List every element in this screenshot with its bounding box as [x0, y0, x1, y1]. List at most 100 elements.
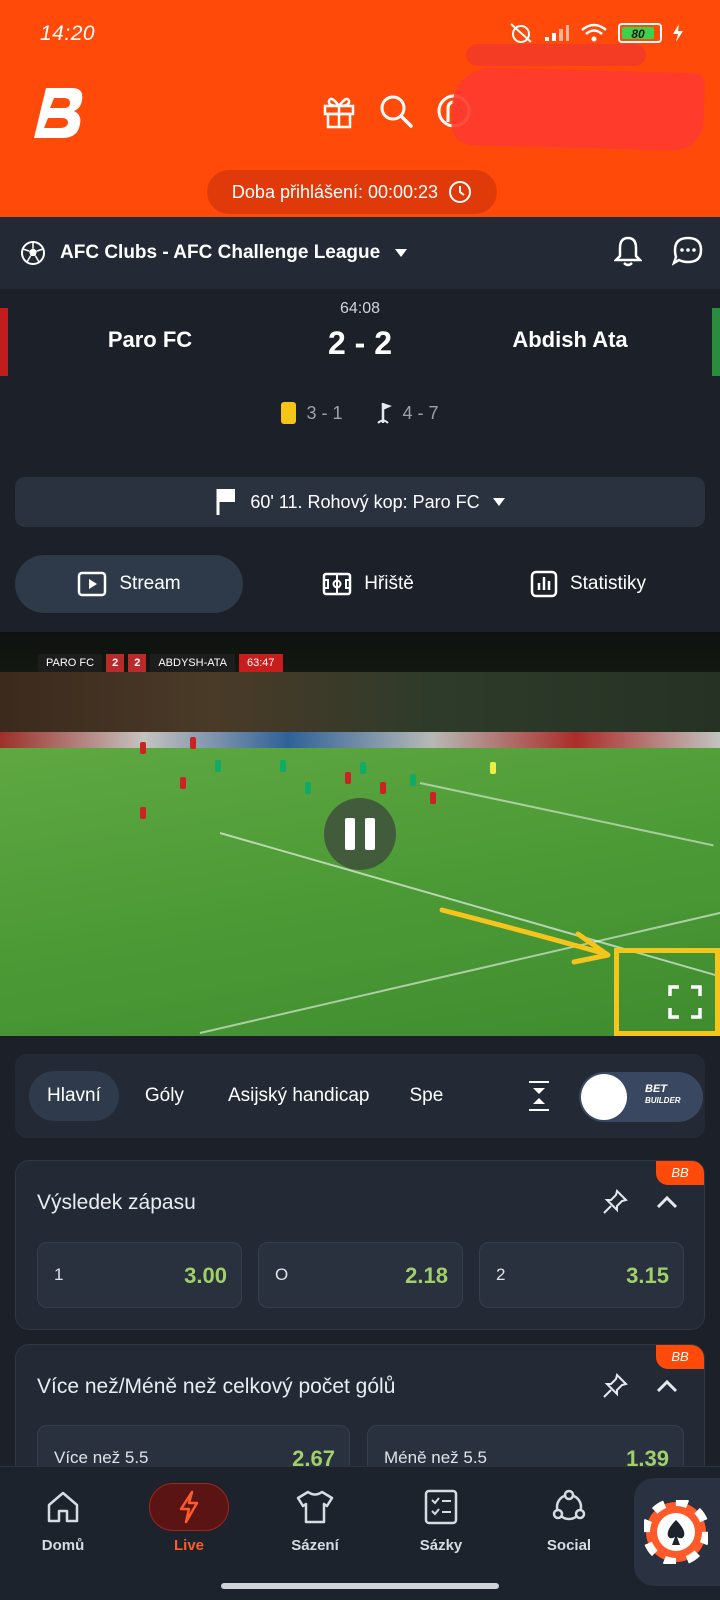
annotation-arrow-icon	[439, 907, 611, 965]
login-timer: Doba přihlášení: 00:00:23	[207, 170, 497, 214]
bottom-nav: Domů Live Sázení Sázky Social	[0, 1466, 720, 1600]
scorebug-time: 63:47	[239, 654, 283, 672]
corners-stat: 4 - 7	[376, 401, 439, 425]
corner-flag-icon	[376, 403, 392, 424]
brand-logo-icon[interactable]	[32, 86, 86, 140]
yellow-card-icon	[281, 402, 297, 424]
jersey-icon	[296, 1490, 334, 1524]
battery-icon: 80	[618, 23, 662, 43]
league-actions	[614, 235, 704, 267]
status-icons: 80	[508, 22, 684, 44]
odd-label: Více než 5.5	[54, 1448, 149, 1467]
odd-value: 3.15	[626, 1263, 669, 1288]
live-highlight	[149, 1483, 229, 1531]
market-actions	[602, 1189, 678, 1215]
away-team-color	[712, 308, 720, 376]
video-scorebug: PARO FC 2 2 ABDYSH-ATA 63:47	[38, 652, 283, 674]
market-tab-goals[interactable]: Góly	[127, 1071, 202, 1121]
market-tabs: Hlavní Góly Asijský handicap Spe BET BUI…	[15, 1054, 705, 1138]
odd-label: Méně než 5.5	[384, 1448, 488, 1467]
league-bar[interactable]: AFC Clubs - AFC Challenge League	[0, 217, 720, 289]
bell-icon[interactable]	[614, 235, 642, 267]
video-pitch	[0, 748, 720, 1036]
scorebug-home-goals: 2	[106, 654, 125, 672]
lightning-icon	[179, 1490, 199, 1524]
chat-icon[interactable]	[672, 235, 704, 267]
cards-value: 3 - 1	[306, 402, 343, 423]
pin-icon[interactable]	[602, 1373, 628, 1399]
casino-chip-button[interactable]	[634, 1478, 720, 1586]
market-title: Více než/Méně než celkový počet gólů	[37, 1375, 396, 1398]
redaction-mark	[451, 66, 705, 152]
odd-value: 3.00	[184, 1263, 227, 1288]
tab-statistics[interactable]: Statistiky	[513, 555, 663, 613]
player	[190, 737, 196, 749]
bet-builder-label: BET BUILDER	[645, 1083, 681, 1107]
collapse-all-icon[interactable]	[527, 1080, 551, 1112]
home-team-name: Paro FC	[107, 327, 193, 352]
view-tabs: Stream Hřiště Statistiky	[0, 552, 720, 616]
pitch-icon	[322, 572, 352, 596]
bb-badge: BB	[656, 1161, 704, 1185]
match-clock: 64:08	[339, 300, 381, 317]
nav-live[interactable]: Live	[134, 1483, 244, 1554]
player	[140, 742, 146, 754]
chevron-up-icon[interactable]	[656, 1379, 678, 1393]
fullscreen-icon[interactable]	[668, 985, 702, 1019]
home-indicator[interactable]	[221, 1583, 499, 1589]
bet-builder-toggle[interactable]: BET BUILDER	[579, 1072, 703, 1122]
charging-icon	[673, 24, 683, 42]
market-tab-special[interactable]: Spe	[391, 1071, 451, 1121]
odd-button[interactable]: 2 3.15	[479, 1242, 684, 1308]
market-tab-main[interactable]: Hlavní	[29, 1071, 119, 1121]
nav-home[interactable]: Domů	[8, 1485, 118, 1554]
social-icon	[552, 1489, 586, 1521]
chevron-down-icon	[395, 249, 408, 257]
player	[180, 777, 186, 789]
home-team-color	[0, 308, 8, 376]
login-timer-label: Doba přihlášení: 00:00:23	[231, 181, 439, 202]
annotation-highlight-box	[614, 948, 720, 1036]
player	[305, 782, 311, 794]
tab-stream[interactable]: Stream	[15, 555, 243, 613]
odd-button[interactable]: 1 3.00	[37, 1242, 242, 1308]
tab-label: Hřiště	[364, 573, 414, 594]
odd-button[interactable]: O 2.18	[258, 1242, 463, 1308]
pause-button[interactable]	[324, 798, 396, 870]
odd-label: O	[275, 1265, 289, 1284]
market-card: BB Výsledek zápasu 1 3.00 O 2.18 2 3.15	[15, 1160, 705, 1330]
corners-value: 4 - 7	[402, 402, 439, 423]
nav-bets[interactable]: Sázky	[386, 1485, 496, 1554]
app-screen: 14:20 80 Doba přihlášení: 00:00:23 AFC C…	[0, 0, 720, 1600]
odd-label: 1	[54, 1265, 64, 1284]
chevron-down-icon	[492, 498, 505, 506]
home-icon	[47, 1491, 79, 1523]
last-event-bar[interactable]: 60' 11. Rohový kop: Paro FC	[15, 477, 705, 527]
gift-icon[interactable]	[322, 93, 356, 129]
tab-pitch[interactable]: Hřiště	[303, 555, 433, 613]
player	[345, 772, 351, 784]
bet-builder-line2: BUILDER	[645, 1096, 681, 1105]
chevron-up-icon[interactable]	[656, 1195, 678, 1209]
toggle-knob	[581, 1074, 627, 1120]
market-tab-asian-handicap[interactable]: Asijský handicap	[210, 1071, 388, 1121]
nav-label: Social	[546, 1537, 592, 1554]
nav-social[interactable]: Social	[514, 1485, 624, 1554]
nav-betting[interactable]: Sázení	[260, 1485, 370, 1554]
market-card: BB Více než/Méně než celkový počet gólů …	[15, 1344, 705, 1484]
battery-level: 80	[622, 27, 654, 41]
player	[280, 760, 286, 772]
pin-icon[interactable]	[602, 1189, 628, 1215]
betslip-icon	[424, 1489, 458, 1525]
cards-stat: 3 - 1	[281, 401, 343, 425]
scorebug-home: PARO FC	[38, 654, 103, 672]
app-header: 14:20 80 Doba přihlášení: 00:00:23	[0, 0, 720, 217]
search-icon[interactable]	[378, 93, 414, 129]
last-event-text: 60' 11. Rohový kop: Paro FC	[250, 491, 480, 512]
player	[140, 807, 146, 819]
away-team-name: Abdish Ata	[512, 327, 628, 352]
bb-badge: BB	[656, 1345, 704, 1369]
player	[410, 774, 416, 786]
alarm-off-icon	[510, 23, 532, 43]
stream-video[interactable]: PARO FC 2 2 ABDYSH-ATA 63:47	[0, 632, 720, 1036]
